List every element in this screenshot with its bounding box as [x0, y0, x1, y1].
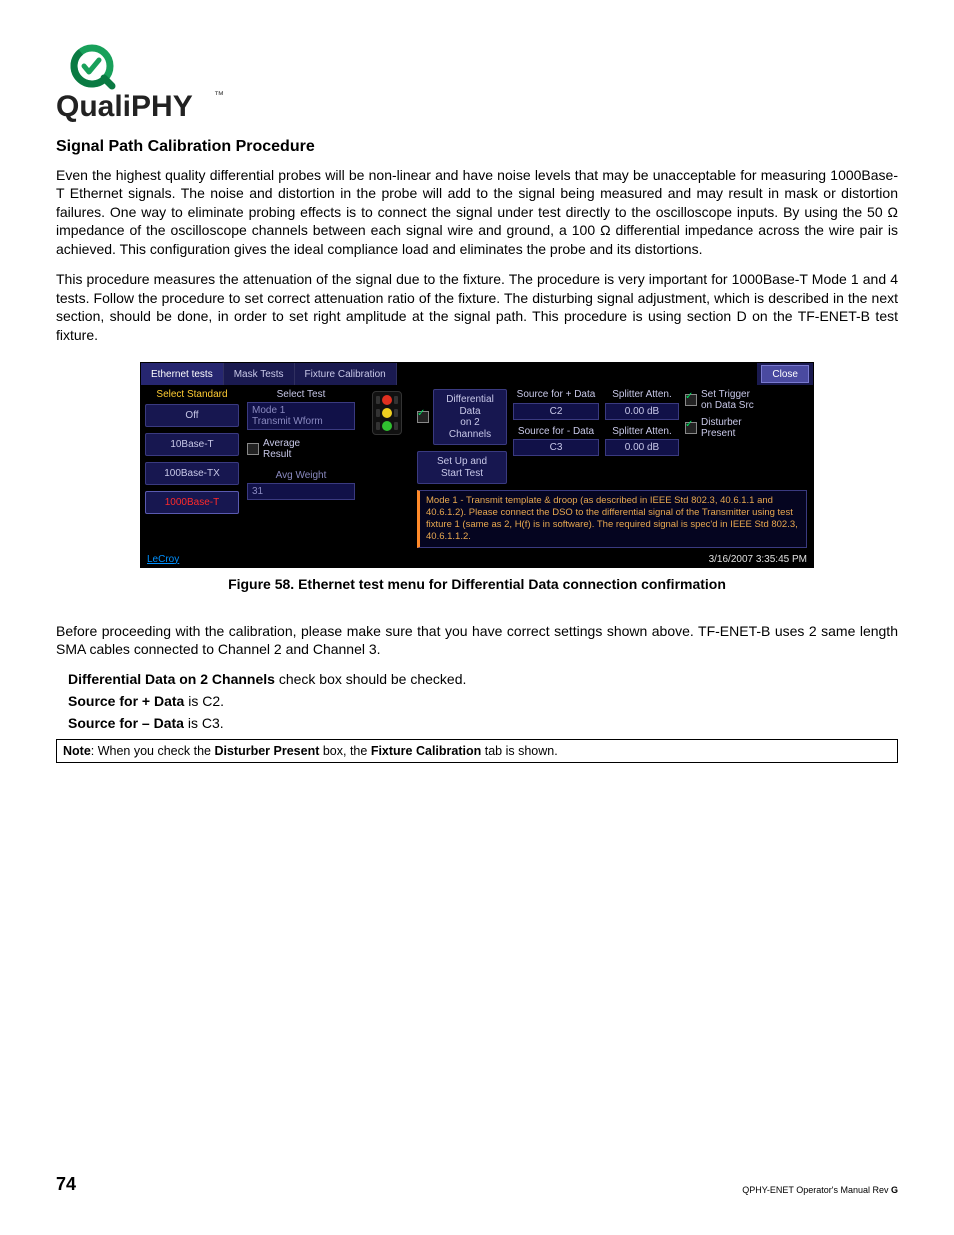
- splitter-atten-2-label: Splitter Atten.: [605, 426, 679, 438]
- set-trigger-label: Set Trigger on Data Src: [701, 389, 754, 411]
- footer-doc-rev: G: [891, 1185, 898, 1195]
- svg-text:QualiPHY: QualiPHY: [56, 90, 193, 123]
- source-neg-data-value[interactable]: C3: [513, 439, 599, 456]
- page-footer: 74 QPHY-ENET Operator's Manual Rev G: [56, 1174, 898, 1195]
- avg-weight-label: Avg Weight: [247, 470, 355, 481]
- setting-source-pos-bold: Source for + Data: [68, 693, 184, 709]
- test-select-panel: Select Test Mode 1 Transmit Wform Averag…: [243, 385, 359, 552]
- source-pos-data-label: Source for + Data: [513, 389, 599, 401]
- paragraph-1: Even the highest quality differential pr…: [56, 166, 898, 258]
- tab-fixture-calibration[interactable]: Fixture Calibration: [295, 363, 397, 385]
- tab-bar: Ethernet tests Mask Tests Fixture Calibr…: [141, 363, 813, 385]
- setting-source-neg-rest: is C3.: [184, 715, 224, 731]
- setting-source-pos: Source for + Data is C2.: [68, 693, 898, 709]
- standard-10base-t-button[interactable]: 10Base-T: [145, 433, 239, 456]
- select-test-label: Select Test: [247, 389, 355, 400]
- note-text-1: : When you check the: [91, 744, 215, 758]
- setting-diff-data-rest: check box should be checked.: [275, 671, 466, 687]
- setting-source-pos-rest: is C2.: [184, 693, 224, 709]
- splitter-atten-1-label: Splitter Atten.: [605, 389, 679, 401]
- mode1-instruction-text: Mode 1 - Transmit template & droop (as d…: [417, 490, 807, 548]
- logo-quali: Quali: [56, 90, 131, 123]
- note-prefix: Note: [63, 744, 91, 758]
- diff-data-2ch-label: Differential Data on 2 Channels: [433, 389, 507, 445]
- footer-doc-text: QPHY-ENET Operator's Manual Rev: [742, 1185, 891, 1195]
- set-trigger-checkbox[interactable]: [685, 394, 697, 406]
- ethernet-test-window: Ethernet tests Mask Tests Fixture Calibr…: [140, 362, 814, 568]
- logo-phy: PHY: [131, 90, 193, 123]
- setup-start-test-button[interactable]: Set Up and Start Test: [417, 451, 507, 484]
- select-standard-label: Select Standard: [145, 389, 239, 400]
- source-neg-data-label: Source for - Data: [513, 426, 599, 438]
- traffic-light-icon: [359, 385, 415, 552]
- disturber-present-label: Disturber Present: [701, 417, 742, 439]
- note-text-3: tab is shown.: [481, 744, 557, 758]
- close-button[interactable]: Close: [761, 365, 809, 383]
- qualiphy-logo: QualiPHY ™: [56, 40, 898, 126]
- page-number: 74: [56, 1174, 76, 1195]
- note-bold-2: Fixture Calibration: [371, 744, 481, 758]
- standard-off-button[interactable]: Off: [145, 404, 239, 427]
- setting-source-neg-bold: Source for – Data: [68, 715, 184, 731]
- standard-100base-tx-button[interactable]: 100Base-TX: [145, 462, 239, 485]
- status-timestamp: 3/16/2007 3:35:45 PM: [709, 554, 807, 565]
- transmit-wform-label: Transmit Wform: [252, 416, 323, 427]
- svg-text:™: ™: [214, 90, 224, 101]
- paragraph-3: Before proceeding with the calibration, …: [56, 622, 898, 659]
- test-config-panel: Differential Data on 2 Channels Set Up a…: [415, 385, 813, 552]
- source-pos-data-value[interactable]: C2: [513, 403, 599, 420]
- tab-ethernet-tests[interactable]: Ethernet tests: [141, 363, 224, 385]
- splitter-atten-1-value[interactable]: 0.00 dB: [605, 403, 679, 420]
- diff-data-2ch-checkbox[interactable]: [417, 411, 429, 423]
- note-box: Note: When you check the Disturber Prese…: [56, 739, 898, 763]
- tab-mask-tests[interactable]: Mask Tests: [224, 363, 295, 385]
- note-bold-1: Disturber Present: [214, 744, 319, 758]
- figure-58: Ethernet tests Mask Tests Fixture Calibr…: [56, 362, 898, 568]
- setting-diff-data: Differential Data on 2 Channels check bo…: [68, 671, 898, 687]
- average-result-checkbox[interactable]: [247, 443, 259, 455]
- disturber-present-checkbox[interactable]: [685, 422, 697, 434]
- average-result-label: Average Result: [263, 438, 300, 460]
- settings-list: Differential Data on 2 Channels check bo…: [68, 671, 898, 731]
- note-text-2: box, the: [319, 744, 370, 758]
- avg-weight-value[interactable]: 31: [247, 483, 355, 500]
- standard-1000base-t-button[interactable]: 1000Base-T: [145, 491, 239, 514]
- select-test-value[interactable]: Mode 1 Transmit Wform: [247, 402, 355, 430]
- paragraph-2: This procedure measures the attenuation …: [56, 270, 898, 344]
- section-title: Signal Path Calibration Procedure: [56, 138, 898, 156]
- setting-source-neg: Source for – Data is C3.: [68, 715, 898, 731]
- standard-selector-panel: Select Standard Off 10Base-T 100Base-TX …: [141, 385, 243, 552]
- footer-doc-ref: QPHY-ENET Operator's Manual Rev G: [742, 1185, 898, 1195]
- status-bar: LeCroy 3/16/2007 3:35:45 PM: [141, 552, 813, 567]
- setting-diff-data-bold: Differential Data on 2 Channels: [68, 671, 275, 687]
- splitter-atten-2-value[interactable]: 0.00 dB: [605, 439, 679, 456]
- mode-value: Mode 1: [252, 405, 285, 416]
- figure-caption: Figure 58. Ethernet test menu for Differ…: [56, 576, 898, 592]
- tabbar-spacer: [397, 363, 758, 385]
- status-brand: LeCroy: [147, 554, 179, 565]
